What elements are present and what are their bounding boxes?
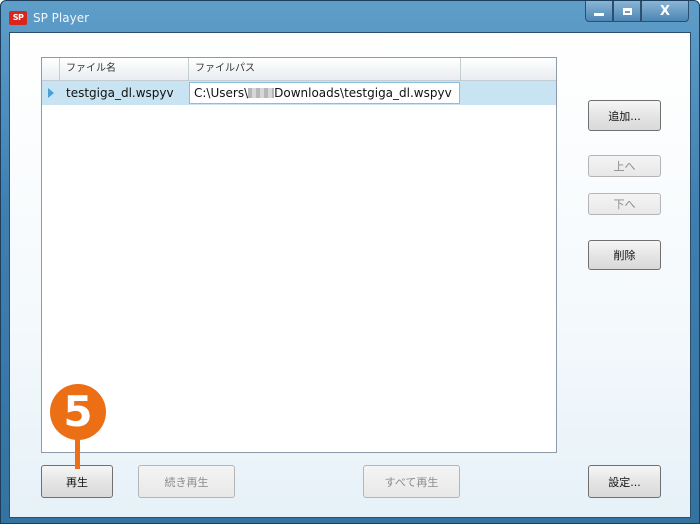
client-area: ファイル名 ファイルパス testgiga_dl.wspyv C:\Users\… [9,32,691,518]
header-indicator-cell [42,58,60,80]
minimize-icon [594,12,604,16]
column-header-filepath[interactable]: ファイルパス [189,58,461,80]
settings-button[interactable]: 設定... [588,465,661,498]
delete-button[interactable]: 削除 [588,240,661,270]
step-marker-stem [75,436,80,469]
title-bar[interactable]: SP SP Player X [1,1,699,35]
table-row[interactable]: testgiga_dl.wspyv C:\Users\ Downloads\tes… [42,81,556,105]
maximize-button[interactable] [613,1,641,22]
window-controls: X [585,1,689,23]
cell-filename[interactable]: testgiga_dl.wspyv [66,81,174,105]
redacted-username [248,88,275,98]
play-all-button[interactable]: すべて再生 [363,465,460,498]
window-frame: SP SP Player X ファイル名 ファイルパス testgiga_dl.… [0,0,700,524]
close-icon: X [659,3,671,19]
move-down-button[interactable]: 下へ [588,193,661,215]
maximize-icon [622,7,632,15]
cell-filepath[interactable]: C:\Users\ Downloads\testgiga_dl.wspyv [189,82,460,104]
column-header-filler [461,58,556,80]
minimize-button[interactable] [585,1,613,22]
filepath-prefix: C:\Users\ [194,86,249,100]
app-icon: SP [9,11,27,25]
move-up-button[interactable]: 上へ [588,155,661,177]
step-marker-badge: 5 [50,384,106,440]
file-list-grid[interactable]: ファイル名 ファイルパス testgiga_dl.wspyv C:\Users\… [41,57,557,453]
window-title: SP Player [33,11,90,25]
close-button[interactable]: X [641,1,689,22]
add-button[interactable]: 追加... [588,100,661,131]
filepath-suffix: Downloads\testgiga_dl.wspyv [274,86,452,100]
column-header-filename[interactable]: ファイル名 [60,58,189,80]
grid-header: ファイル名 ファイルパス [42,58,556,81]
resume-play-button[interactable]: 続き再生 [138,465,235,498]
play-button[interactable]: 再生 [41,465,113,498]
row-indicator-icon [48,88,54,98]
